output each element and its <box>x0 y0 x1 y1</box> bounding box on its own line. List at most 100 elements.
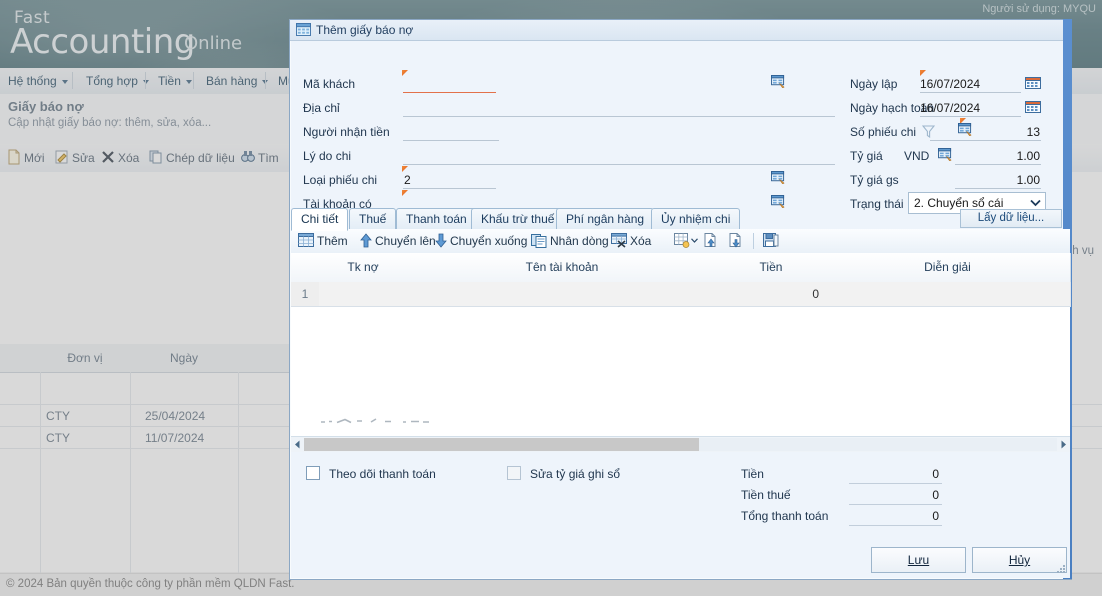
tab-chi-tiet[interactable]: Chi tiết <box>291 208 349 231</box>
table-row-cell-dien-giai[interactable] <box>825 282 1071 307</box>
menu-label: Hệ thống <box>8 74 57 88</box>
grid-move-up-label[interactable]: Chuyển lên <box>375 233 436 249</box>
scroll-right-arrow-icon[interactable] <box>1057 438 1070 451</box>
currency-code-ty-gia[interactable]: VND <box>904 149 929 163</box>
underline-nguoi-nhan-tien <box>403 140 499 141</box>
table-row-index: 1 <box>291 282 320 307</box>
toolbar-delete-label[interactable]: Xóa <box>118 149 139 167</box>
underline-ty-gia <box>955 164 1041 165</box>
delete-row-icon[interactable] <box>611 233 627 248</box>
new-document-icon <box>8 149 20 165</box>
tab-thue[interactable]: Thuế <box>349 208 397 229</box>
tab-khau-tru-thue[interactable]: Khấu trừ thuế <box>471 208 565 229</box>
window-form-icon <box>296 23 311 36</box>
save-button-label: Lưu <box>907 553 930 567</box>
label-nguoi-nhan-tien: Người nhận tiền <box>303 125 390 139</box>
calendar-icon[interactable] <box>1025 101 1041 113</box>
tab-label: Khấu trừ thuế <box>481 212 555 226</box>
required-marker <box>402 166 408 172</box>
label-ma-khach: Mã khách <box>303 77 356 91</box>
dg-col-tk-no[interactable]: Tk nợ <box>319 253 408 283</box>
arrow-down-icon[interactable] <box>433 233 449 248</box>
duplicate-row-icon[interactable] <box>531 233 547 248</box>
lookup-icon[interactable] <box>771 195 786 208</box>
menu-label: Tiền <box>158 74 181 88</box>
dg-col-ten-tai-khoan[interactable]: Tên tài khoản <box>407 253 718 283</box>
toolbar-copy-label[interactable]: Chép dữ liệu <box>166 149 235 167</box>
menu-item-tien[interactable]: Tiền <box>152 72 198 90</box>
label-tien: Tiền <box>741 467 764 481</box>
tab-uy-nhiem-chi[interactable]: Ủy nhiệm chi <box>651 208 741 229</box>
dg-col-dien-giai[interactable]: Diễn giải <box>825 253 1071 283</box>
grid-add-label[interactable]: Thêm <box>317 233 348 249</box>
checkbox-sua-ty-gia-ghi-so[interactable] <box>507 466 521 480</box>
label-ngay-lap: Ngày lập <box>850 77 898 91</box>
grid-move-down-label[interactable]: Chuyển xuống <box>450 233 527 249</box>
detail-grid-horizontal-scrollbar[interactable] <box>291 436 1070 452</box>
scroll-left-arrow-icon[interactable] <box>291 438 304 451</box>
grid-col-blank2 <box>238 344 294 373</box>
table-row-cell-tk-no[interactable] <box>319 282 408 307</box>
table-row-cell: CTY <box>46 409 70 423</box>
edit-pencil-icon <box>55 150 68 164</box>
menu-divider <box>145 72 146 89</box>
menu-label: Tổng hợp <box>86 74 138 88</box>
get-data-button[interactable]: Lấy dữ liệu... <box>960 209 1062 228</box>
underline-ngay-hach-toan <box>920 116 1021 117</box>
scrollbar-track[interactable] <box>699 438 1057 451</box>
value-tien-thue[interactable]: 0 <box>849 488 939 502</box>
resize-grip[interactable] <box>1056 565 1066 575</box>
grid-duplicate-label[interactable]: Nhân dòng <box>550 233 609 249</box>
required-marker <box>402 70 408 76</box>
label-sua-ty-gia-ghi-so: Sửa tỷ giá ghi sổ <box>530 467 621 481</box>
underline-ma-khach <box>403 92 496 93</box>
import-up-icon[interactable] <box>703 233 719 248</box>
export-down-icon[interactable] <box>728 233 744 248</box>
tab-label: Chi tiết <box>301 212 339 226</box>
save-layout-icon[interactable] <box>763 233 779 248</box>
dialog-footer: Lưu Hủy <box>291 541 1070 578</box>
toolbar-new-label[interactable]: Mới <box>24 149 45 167</box>
tab-phi-ngan-hang[interactable]: Phí ngân hàng <box>556 208 655 229</box>
scrollbar-thumb[interactable] <box>304 438 699 451</box>
input-so-phieu-chi[interactable]: 13 <box>930 125 1040 139</box>
underline-tien-thue <box>849 504 942 505</box>
input-ty-gia-gs[interactable]: 1.00 <box>950 173 1040 187</box>
lookup-icon[interactable] <box>771 75 786 88</box>
chevron-down-icon[interactable] <box>691 238 698 243</box>
grid-settings-icon[interactable] <box>674 233 690 248</box>
cancel-button[interactable]: Hủy <box>972 547 1067 573</box>
label-ty-gia-gs: Tỷ giá gs <box>850 173 899 187</box>
add-row-grid-icon[interactable] <box>298 233 314 248</box>
toolbar-edit-label[interactable]: Sửa <box>72 149 95 167</box>
value-tong-thanh-toan[interactable]: 0 <box>849 509 939 523</box>
underline-ly-do-chi <box>403 164 835 165</box>
save-button[interactable]: Lưu <box>871 547 966 573</box>
dialog-title-bar[interactable]: Thêm giấy báo nợ <box>290 20 1071 41</box>
dg-col-tien[interactable]: Tiền <box>717 253 826 283</box>
brand-online: Online <box>184 33 243 54</box>
menu-item-ban-hang[interactable]: Bán hàng <box>200 72 274 90</box>
grid-vline <box>238 372 239 596</box>
menu-item-tong-hop[interactable]: Tổng hợp <box>80 72 155 90</box>
input-ty-gia[interactable]: 1.00 <box>950 149 1040 163</box>
grid-vline <box>130 372 131 596</box>
calendar-icon[interactable] <box>1025 77 1041 89</box>
checkbox-theo-doi-thanh-toan[interactable] <box>306 466 320 480</box>
input-ngay-lap[interactable]: 16/07/2024 <box>920 77 1008 91</box>
value-tien[interactable]: 0 <box>849 467 939 481</box>
tab-thanh-toan[interactable]: Thanh toán <box>396 208 477 229</box>
table-row-cell-ten-tai-khoan[interactable] <box>407 282 718 307</box>
underline-tien <box>849 483 942 484</box>
input-ngay-hach-toan[interactable]: 16/07/2024 <box>920 101 1008 115</box>
table-row-cell-tien[interactable]: 0 <box>717 282 826 307</box>
input-loai-phieu-chi[interactable]: 2 <box>404 173 489 187</box>
toolbar-find-label[interactable]: Tìm <box>258 149 279 167</box>
detail-grid: Tk nợ Tên tài khoản Tiền Diễn giải 1 0 <box>291 253 1071 437</box>
lookup-icon[interactable] <box>771 171 786 184</box>
tab-label: Thanh toán <box>406 212 467 226</box>
grid-delete-label[interactable]: Xóa <box>630 233 651 249</box>
arrow-up-icon[interactable] <box>358 233 374 248</box>
menu-divider <box>72 72 73 89</box>
menu-item-he-thong[interactable]: Hệ thống <box>2 72 74 90</box>
